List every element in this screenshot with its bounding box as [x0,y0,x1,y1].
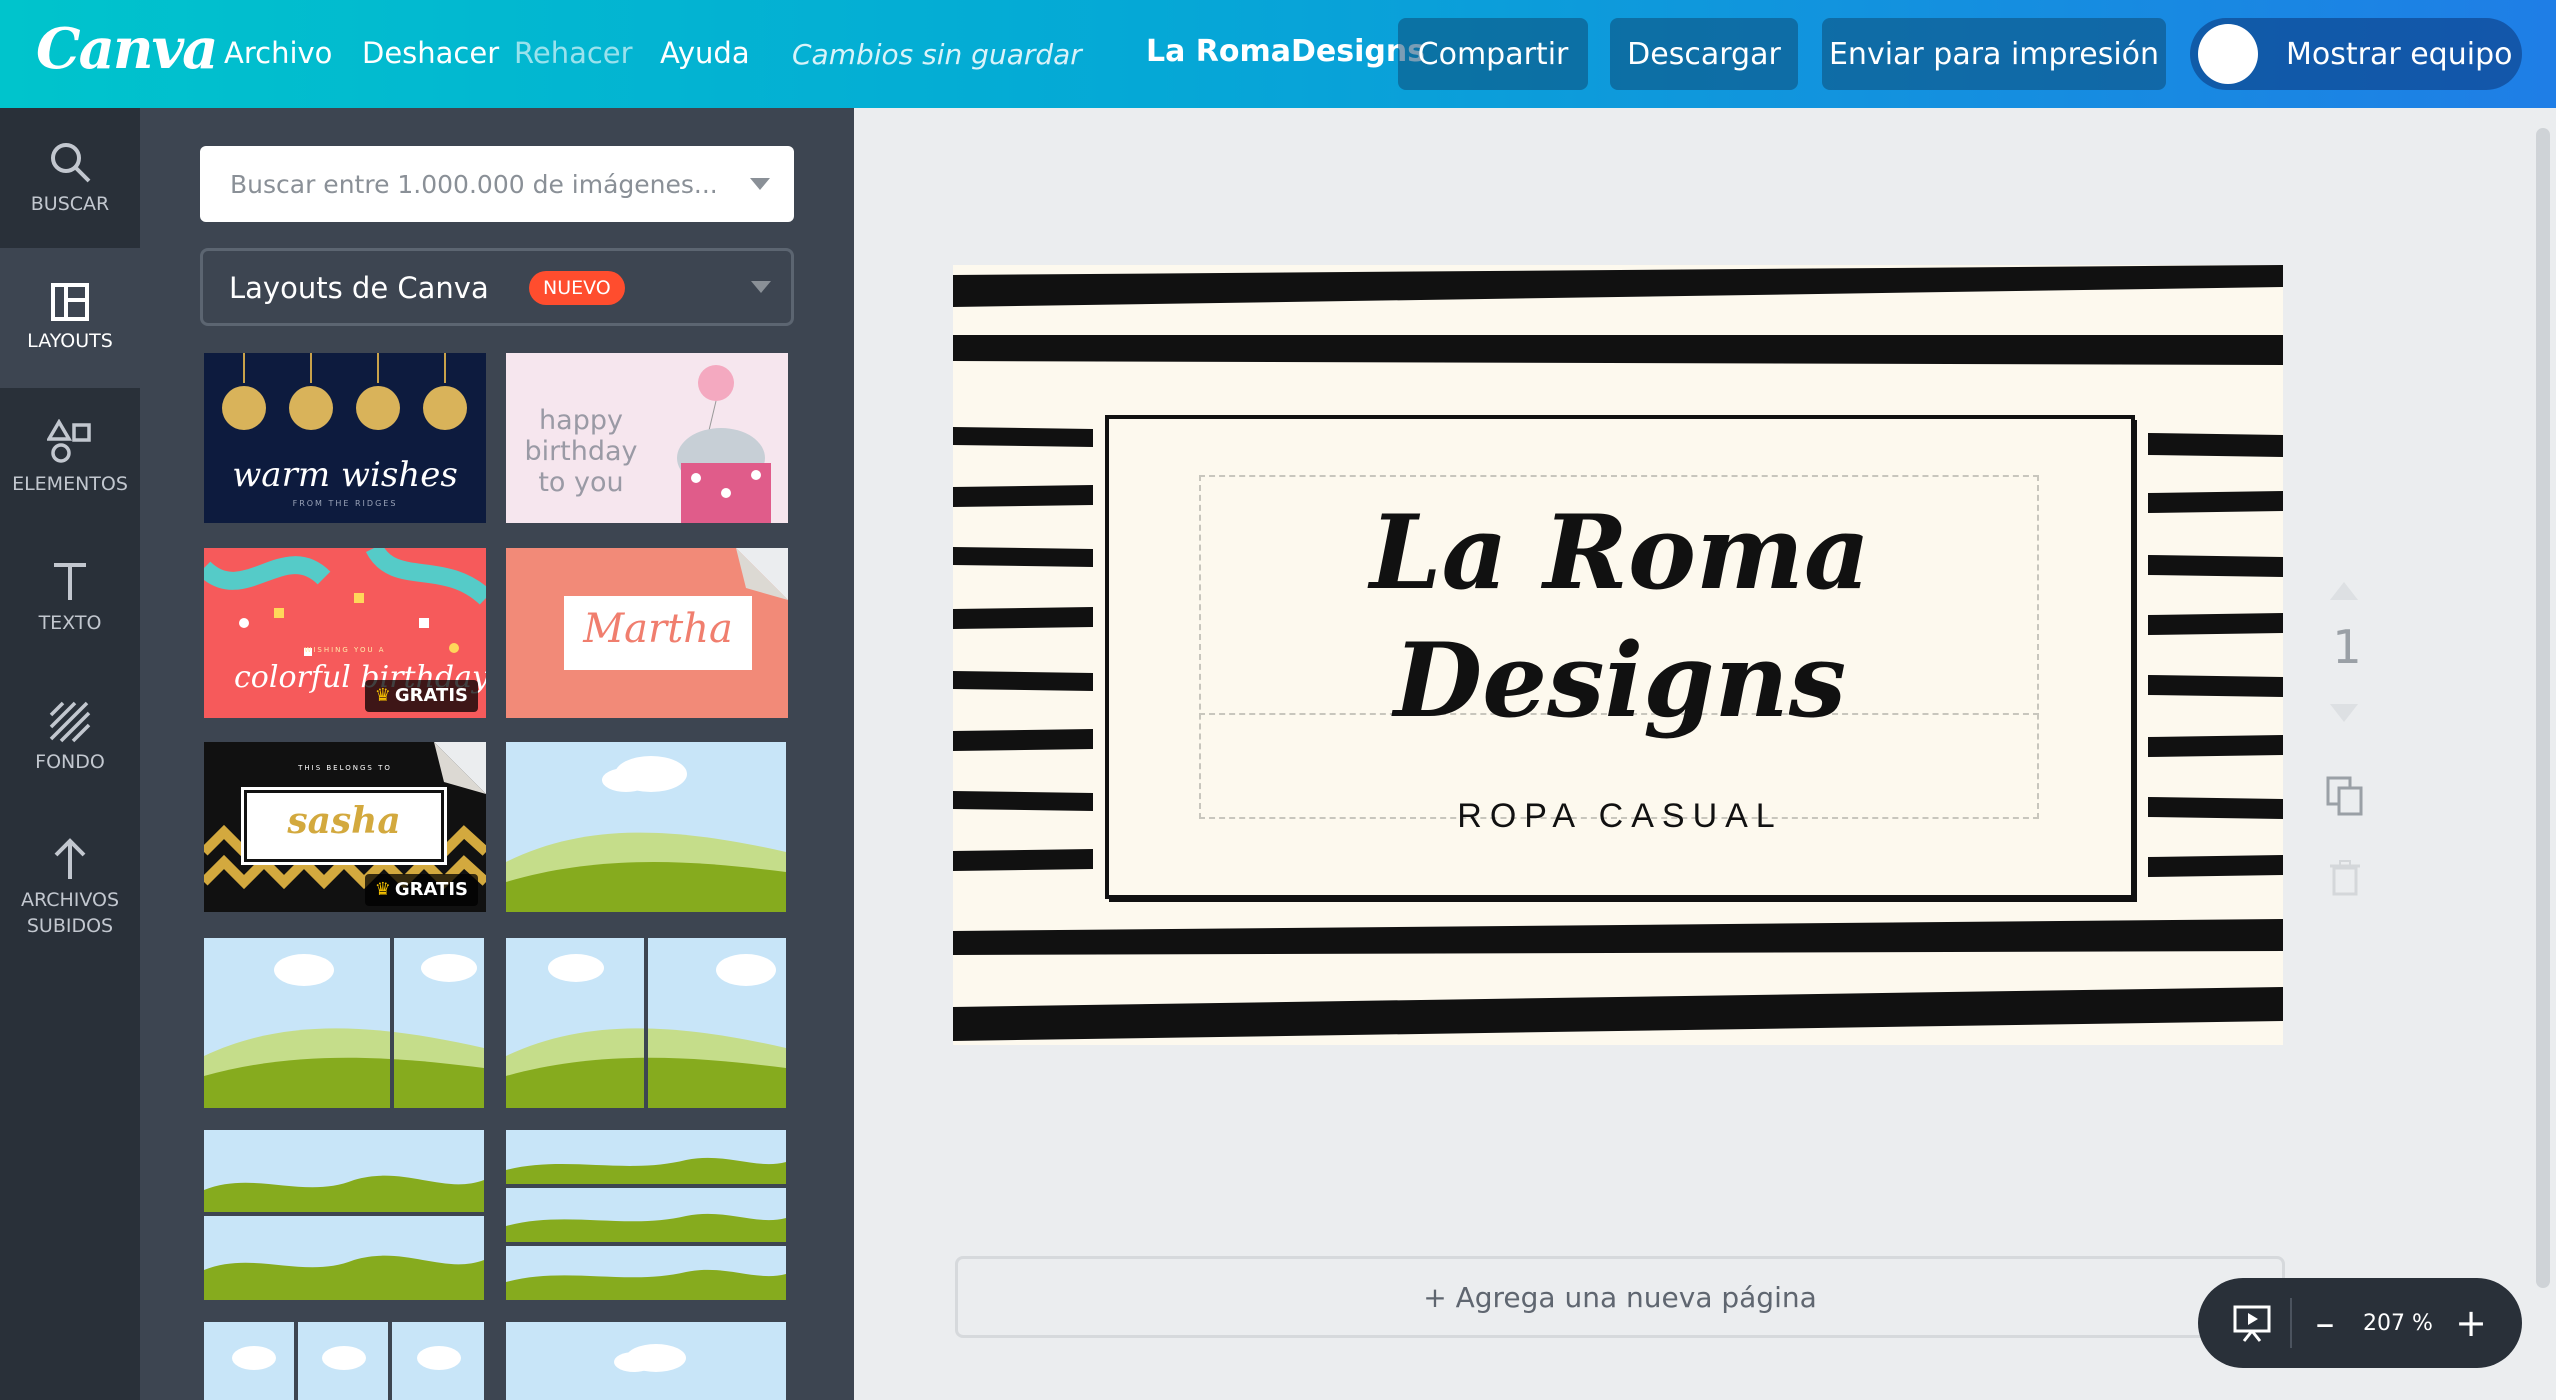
team-avatar [2198,24,2258,84]
template-happy-birthday[interactable]: happy birthday to you [506,353,788,523]
ornaments-illustration [222,353,467,430]
sidebar-item-search[interactable]: BUSCAR [0,108,140,248]
image-search [200,146,794,222]
zoom-level: 207 % [2363,1310,2433,1336]
design-title-line-2: Designs [1393,621,1847,741]
template-martha[interactable]: Martha [506,548,788,718]
design-title[interactable]: La Roma Designs [1109,489,2131,745]
share-button[interactable]: Compartir [1398,18,1588,90]
template-small-text: THIS BELONGS TO [298,764,392,772]
menu-help[interactable]: Ayuda [660,36,750,70]
template-small-text: WISHING YOU A [304,646,386,654]
sidebar-rail: BUSCAR LAYOUTS ELEMENTOS TEXTO FONDO ARC… [0,108,140,1400]
sidebar-item-label: LAYOUTS [27,330,113,352]
template-landscape-split[interactable] [204,938,484,1108]
move-page-down-icon[interactable] [2328,702,2360,724]
chevron-down-icon[interactable] [750,178,770,190]
landscape-illustration [506,1157,786,1300]
sidebar-item-label: FONDO [35,751,105,773]
landscape-illustration [506,938,786,1108]
template-line: birthday [524,436,638,467]
landscape-illustration [204,1175,484,1300]
sidebar-item-label: ELEMENTOS [12,473,128,495]
sidebar-item-uploads[interactable]: ARCHIVOS SUBIDOS [0,808,140,968]
canva-logo[interactable]: Canva [36,16,218,82]
search-icon [51,143,91,183]
text-frame[interactable]: La Roma Designs ROPA CASUAL [1105,415,2135,899]
template-landscape-stacked[interactable] [204,1130,484,1300]
sidebar-item-label-2: SUBIDOS [26,915,114,937]
present-icon[interactable] [2232,1303,2272,1343]
template-landscape-triple[interactable] [204,1322,484,1400]
sidebar-item-background[interactable]: FONDO [0,668,140,808]
design-name[interactable]: La RomaDesigns [1146,34,1425,69]
upload-icon [54,838,86,879]
menu-file[interactable]: Archivo [224,36,332,70]
layout-category-label: Layouts de Canva [229,271,489,305]
background-icon [49,701,91,743]
sidebar-item-label: ARCHIVOS [20,889,120,911]
move-page-up-icon[interactable] [2328,580,2360,602]
landscape-illustration [614,1344,686,1372]
print-button[interactable]: Enviar para impresión [1822,18,2166,90]
template-text: happy birthday to you [506,405,656,498]
template-line: happy [539,405,623,436]
landscape-illustration [232,1322,461,1400]
layout-category-select[interactable]: Layouts de Canva NUEVO [200,248,794,326]
sidebar-item-layouts[interactable]: LAYOUTS [0,248,140,388]
delete-page-icon[interactable] [2330,860,2360,896]
vertical-scrollbar[interactable] [2536,128,2550,1288]
page-number: 1 [2332,620,2362,674]
template-title: sasha [287,800,401,842]
save-status: Cambios sin guardar [792,38,1082,71]
show-team-label: Mostrar equipo [2286,36,2513,72]
menu-undo[interactable]: Deshacer [362,36,499,70]
template-warm-wishes[interactable]: warm wishes FROM THE RIDGES [204,353,486,523]
crown-icon: ♛ [374,879,391,900]
download-button[interactable]: Descargar [1610,18,1798,90]
zoom-out-button[interactable]: – [2300,1301,2350,1345]
sidebar-item-label: TEXTO [38,612,102,634]
template-sasha[interactable]: THIS BELONGS TO sasha ♛ GRATIS [204,742,486,912]
crown-icon: ♛ [374,685,391,706]
show-team-button[interactable]: Mostrar equipo [2190,18,2522,90]
zoom-divider [2290,1298,2292,1348]
elements-icon [47,419,91,463]
chevron-down-icon [751,281,771,293]
template-title: warm wishes [232,455,458,495]
new-badge: NUEVO [529,271,625,305]
template-landscape[interactable] [506,742,786,912]
sidebar-item-text[interactable]: TEXTO [0,528,140,668]
sidebar-item-label: BUSCAR [30,193,110,215]
layouts-panel: Layouts de Canva NUEVO warm wishes FROM … [140,108,854,1400]
template-landscape-stacked[interactable] [506,1130,786,1300]
free-badge-label: GRATIS [394,685,468,706]
text-icon [54,563,86,600]
free-badge: ♛ GRATIS [364,874,478,906]
template-landscape-split[interactable] [506,938,786,1108]
template-line: to you [538,467,624,498]
add-page-button[interactable]: + Agrega una nueva página [955,1256,2285,1338]
landscape-illustration [506,756,786,912]
design-page[interactable]: La Roma Designs ROPA CASUAL [953,265,2283,1045]
search-input[interactable] [200,146,740,222]
template-landscape[interactable] [506,1322,786,1400]
design-title-line-1: La Roma [1369,493,1871,613]
sidebar-item-elements[interactable]: ELEMENTOS [0,388,140,528]
copy-page-icon[interactable] [2326,776,2364,816]
free-badge-label: GRATIS [394,879,468,900]
template-colorful-birthday[interactable]: WISHING YOU A colorful birthday! ♛ GRATIS [204,548,486,718]
template-subtitle: FROM THE RIDGES [292,499,398,508]
zoom-in-button[interactable]: + [2446,1301,2496,1345]
page-curl-icon [736,548,788,600]
layouts-icon [51,283,89,321]
free-badge: ♛ GRATIS [364,680,478,712]
menu-redo[interactable]: Rehacer [514,36,633,70]
landscape-illustration [204,938,484,1108]
zoom-controls: – 207 % + [2198,1278,2522,1368]
top-bar: Canva Archivo Deshacer Rehacer Ayuda Cam… [0,0,2556,108]
design-subtitle[interactable]: ROPA CASUAL [1109,797,2131,836]
